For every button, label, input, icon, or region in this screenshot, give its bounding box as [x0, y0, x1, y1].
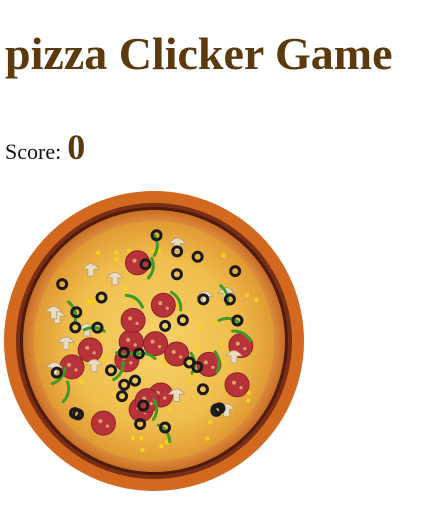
score-display: Score: 0: [5, 126, 86, 167]
game-page: pizza Clicker Game Score: 0: [0, 0, 438, 514]
score-value: 0: [67, 127, 86, 167]
pizza-icon[interactable]: [3, 190, 305, 492]
pizza-click-button[interactable]: [3, 190, 305, 492]
score-label: Score:: [5, 139, 62, 164]
game-title: pizza Clicker Game: [5, 28, 393, 79]
